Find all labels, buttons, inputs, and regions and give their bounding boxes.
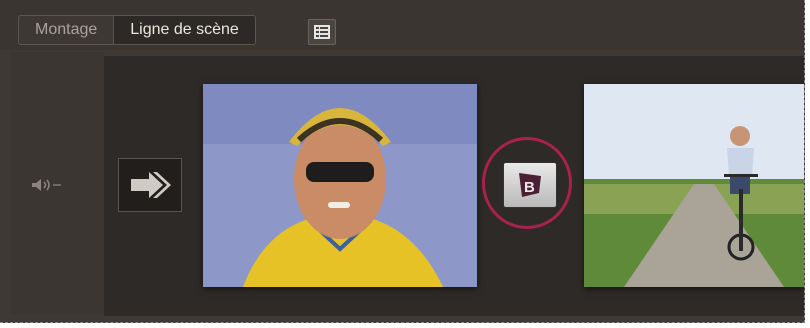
transition-arrow-icon <box>131 172 171 198</box>
tab-montage[interactable]: Montage <box>18 15 114 45</box>
highlight-circle <box>482 137 572 229</box>
tab-ligne-de-scene[interactable]: Ligne de scène <box>113 15 256 45</box>
tab-bar: Montage Ligne de scène <box>0 0 804 50</box>
scene-line-panel: Montage Ligne de scène B <box>0 0 805 323</box>
video-clip-1[interactable] <box>203 84 477 287</box>
video-clip-2[interactable] <box>584 84 804 287</box>
list-view-button[interactable] <box>308 19 336 45</box>
track-header <box>10 52 104 314</box>
list-view-icon <box>314 25 330 39</box>
audio-speaker-icon[interactable] <box>30 178 66 192</box>
view-tabs: Montage Ligne de scène <box>18 15 256 45</box>
transition-slot[interactable] <box>118 158 182 212</box>
